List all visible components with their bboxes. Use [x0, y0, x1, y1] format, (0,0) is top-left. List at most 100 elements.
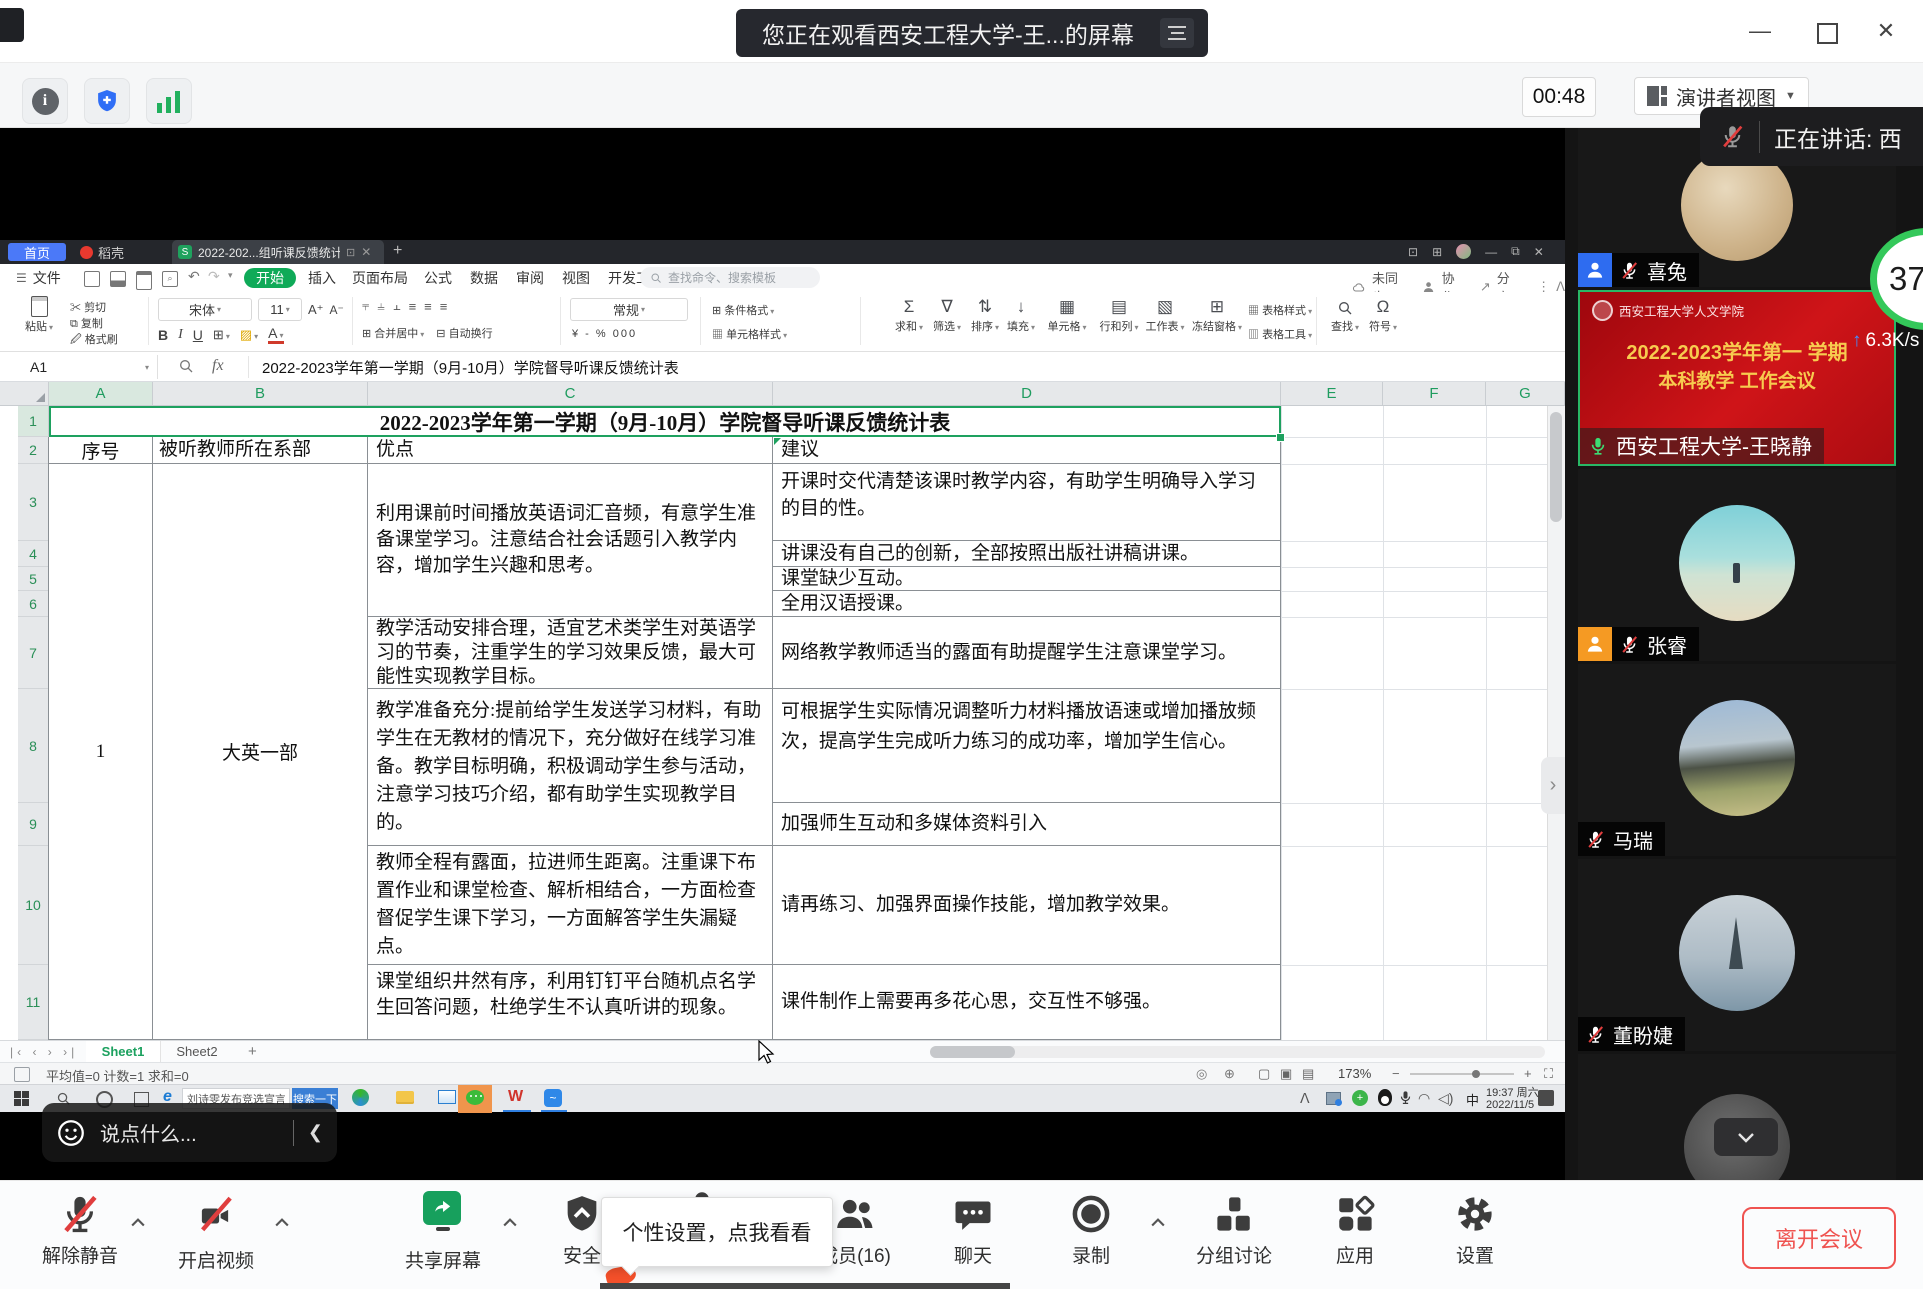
row-header-1[interactable]: 1 [18, 406, 49, 437]
row-header-2[interactable]: 2 [18, 437, 49, 464]
notification-center-icon[interactable] [1538, 1090, 1554, 1106]
print-icon[interactable] [136, 271, 152, 290]
cell-a1-title[interactable]: 2022-2023学年第一学期（9月-10月）学院督导听课反馈统计表 [49, 406, 1281, 437]
table-style-button[interactable]: ▦ 表格样式▾ [1248, 302, 1312, 318]
cell-d8[interactable]: 可根据学生实际情况调整听力材料播放语速或增加播放频次，提高学生完成听力练习的成功… [773, 689, 1281, 803]
symbol-button[interactable]: Ω符号▾ [1360, 296, 1406, 334]
save-icon[interactable] [84, 271, 100, 287]
table-tools-button[interactable]: ▥ 表格工具▾ [1248, 326, 1312, 342]
fill-button[interactable]: ↓填充▾ [998, 296, 1044, 334]
zoom-in-icon[interactable]: + [1524, 1066, 1532, 1081]
tray-screenshot-icon[interactable] [1326, 1092, 1341, 1105]
zoom-slider[interactable] [1410, 1073, 1514, 1075]
wps-icon[interactable]: W [508, 1088, 523, 1106]
cell-c7[interactable]: 教学活动安排合理，适宜艺术类学生对英语学习的节奏，注重学生的学习效果反馈，最大可… [368, 617, 773, 689]
sidebar-expand-handle[interactable]: › [1541, 757, 1565, 814]
unmute-button[interactable]: 解除静音 [20, 1193, 140, 1268]
tray-mic-icon[interactable] [1398, 1090, 1413, 1105]
cell-d11[interactable]: 课件制作上需要再多花心思，交互性不够强。 [773, 965, 1281, 1040]
taskbar-clock[interactable]: 19:37 周六 2022/11/5 [1486, 1087, 1539, 1111]
col-header-f[interactable]: F [1383, 382, 1486, 405]
cell-a3-merged[interactable]: 1 [49, 464, 153, 1040]
wps-document-tab[interactable]: S 2022-202...组听课反馈统计表 ⊡ ✕ [172, 240, 384, 264]
scroll-down-button[interactable] [1714, 1118, 1778, 1156]
wps-docer-tab[interactable]: 稻壳 [80, 243, 124, 262]
new-tab-button[interactable]: + [393, 242, 402, 260]
row-header-11[interactable]: 11 [18, 965, 49, 1040]
view-page-icon[interactable]: ▣ [1280, 1066, 1292, 1082]
breakout-button[interactable]: 分组讨论 [1178, 1193, 1290, 1268]
menu-insert[interactable]: 插入 [308, 268, 336, 288]
share-options-chevron[interactable] [500, 1213, 520, 1233]
sheet-vscrollbar[interactable] [1547, 406, 1565, 1040]
sheet-nav-icons[interactable]: |‹ ‹ › ›| [10, 1045, 78, 1059]
align-center-icon[interactable]: ≡ [424, 299, 432, 314]
wps-close-icon[interactable]: ✕ [1534, 245, 1544, 259]
bold-button[interactable]: B [158, 327, 168, 343]
number-format-select[interactable]: 常规▾ [570, 298, 688, 321]
cell-d4[interactable]: 讲课没有自己的创新，全部按照出版社讲稿讲课。 [773, 541, 1281, 567]
file-explorer-icon[interactable] [396, 1091, 414, 1104]
speaker-tile[interactable]: 西安工程大学人文学院 2022-2023学年第一 学期 本科教学 工作会议 西安… [1578, 290, 1896, 466]
ime-indicator[interactable]: 中 [1466, 1090, 1479, 1109]
formula-input[interactable]: 2022-2023学年第一学期（9月-10月）学院督导听课反馈统计表 [262, 357, 1542, 378]
fill-handle[interactable] [1276, 433, 1285, 442]
record-options-chevron[interactable] [1148, 1213, 1168, 1233]
participant-tile[interactable]: 董盼婕 [1578, 859, 1896, 1051]
cell-d9[interactable]: 加强师生互动和多媒体资料引入 [773, 803, 1281, 846]
sheet-hscrollbar[interactable] [930, 1046, 1545, 1058]
row-header-3[interactable]: 3 [18, 464, 49, 541]
chat-input-placeholder[interactable]: 说点什么... [100, 1118, 279, 1147]
record-button[interactable]: 录制 [1046, 1193, 1136, 1268]
cell-d7[interactable]: 网络教学教师适当的露面有助提醒学生注意课堂学习。 [773, 617, 1281, 689]
zoom-percent[interactable]: 173% [1338, 1066, 1371, 1081]
leave-meeting-button[interactable]: 离开会议 [1742, 1207, 1896, 1269]
view-break-icon[interactable]: ▤ [1302, 1066, 1314, 1082]
security-shield-button[interactable] [84, 78, 130, 124]
undo-icon[interactable]: ↶ [188, 268, 200, 285]
cell-d6[interactable]: 全用汉语授课。 [773, 591, 1281, 617]
settings-button[interactable]: 设置 [1430, 1193, 1520, 1268]
merge-center-button[interactable]: ⊞ 合并居中▾ [362, 325, 424, 341]
tray-wifi-icon[interactable]: ◠ [1418, 1090, 1430, 1107]
close-tab-icon[interactable]: ✕ [361, 245, 371, 259]
cell-d3[interactable]: 开课时交代清楚该课时教学内容，有助学生明确导入学习的目的性。 [773, 464, 1281, 541]
col-header-g[interactable]: G [1486, 382, 1565, 405]
close-button[interactable]: ✕ [1868, 16, 1904, 46]
format-painter-button[interactable]: 🖉 格式刷 [70, 331, 118, 350]
more-caret-icon[interactable]: ▾ [228, 270, 233, 281]
fill-color-button[interactable]: ▨▾ [240, 327, 258, 343]
wps-restore-icon[interactable]: ⧉ [1511, 244, 1520, 259]
col-header-a[interactable]: A [49, 382, 153, 405]
maximize-button[interactable] [1817, 23, 1838, 44]
tray-qq-icon[interactable] [1378, 1089, 1392, 1106]
menu-formula[interactable]: 公式 [424, 268, 452, 288]
participant-tile[interactable]: 马瑞 [1578, 664, 1896, 856]
tray-expand-icon[interactable]: ᐱ [1300, 1090, 1310, 1107]
italic-button[interactable]: I [178, 327, 183, 343]
split-screen-icon[interactable]: ⊡ [1408, 245, 1418, 259]
conditional-format-button[interactable]: ⊞ 条件格式▾ [712, 302, 774, 318]
font-name-select[interactable]: 宋体▾ [158, 298, 252, 321]
cell-c10[interactable]: 教师全程有露面，拉进师生距离。注重课下布置作业和课堂检查、解析相结合，一方面检查… [368, 846, 773, 965]
cell-a2[interactable]: 序号 [49, 437, 153, 464]
start-video-button[interactable]: 开启视频 [156, 1193, 276, 1273]
chat-quick-bar[interactable]: 说点什么... ❮ [42, 1103, 337, 1162]
cells-button[interactable]: ▦单元格▾ [1040, 296, 1094, 334]
underline-button[interactable]: U [193, 327, 203, 343]
font-shrink-icon[interactable]: A⁻ [330, 303, 344, 317]
borders-button[interactable]: ⊞▾ [213, 327, 230, 343]
preview-icon[interactable]: ⌕ [162, 271, 178, 287]
dingtalk-icon[interactable]: ~ [544, 1089, 562, 1107]
tray-360-icon[interactable]: + [1352, 1090, 1368, 1106]
menu-page-layout[interactable]: 页面布局 [352, 268, 408, 288]
wechat-active-slot[interactable] [458, 1085, 492, 1113]
row-header-4[interactable]: 4 [18, 541, 49, 567]
font-grow-icon[interactable]: A⁺ [308, 302, 324, 318]
command-search-box[interactable]: 查找命令、搜索模板 [640, 267, 820, 288]
cell-b2[interactable]: 被听教师所在系部 [153, 437, 368, 464]
participant-tile[interactable] [1578, 1054, 1896, 1180]
wps-home-tab[interactable]: 首页 [8, 243, 66, 261]
eye-protect-icon[interactable]: ◎ [1196, 1066, 1207, 1082]
chat-button[interactable]: 聊天 [928, 1193, 1018, 1268]
